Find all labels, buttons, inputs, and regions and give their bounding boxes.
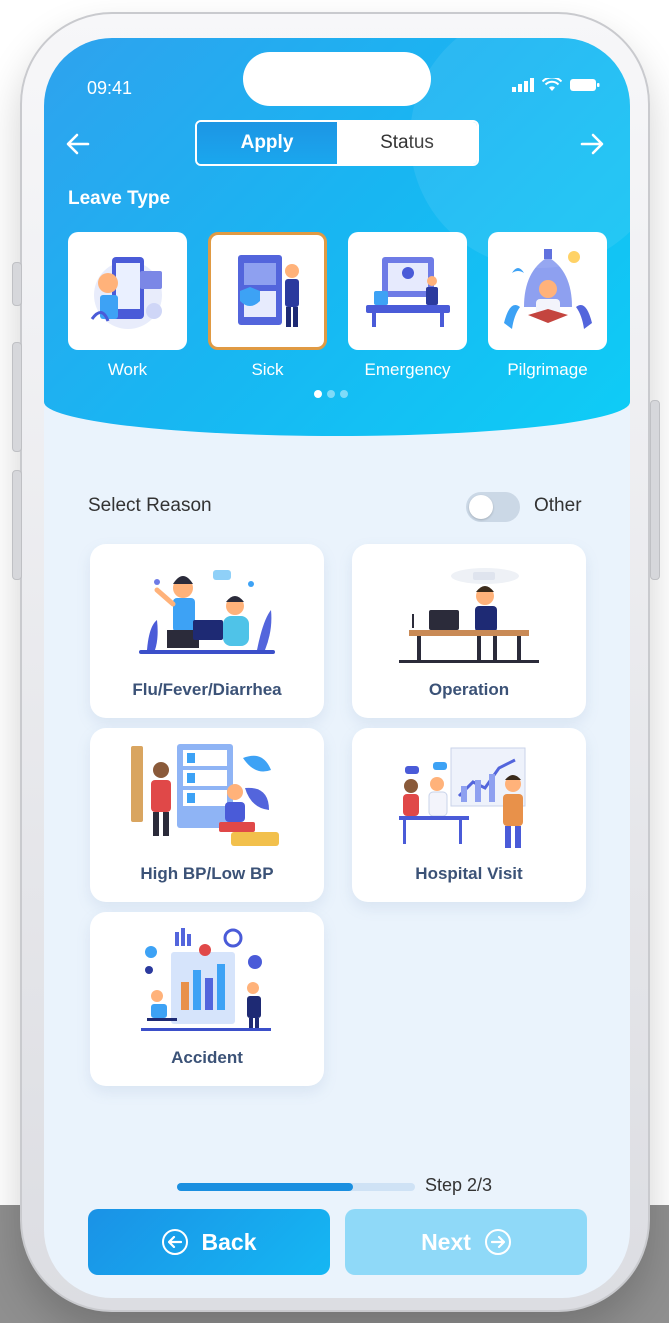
volume-down-button xyxy=(12,470,22,580)
back-button[interactable]: Back xyxy=(88,1209,330,1275)
accident-illustration-icon xyxy=(141,928,271,1031)
page-dot[interactable] xyxy=(327,390,335,398)
header-panel: 09:41 Apply Status Leave Type Work Sick … xyxy=(44,38,630,436)
carousel-page-dots xyxy=(314,390,348,398)
work-illustration-icon xyxy=(90,257,162,329)
back-arrow-icon[interactable] xyxy=(66,132,90,160)
select-reason-title: Select Reason xyxy=(88,495,212,516)
leave-type-card[interactable] xyxy=(488,232,607,350)
next-circle-arrow-icon xyxy=(484,1229,511,1255)
leave-type-card[interactable] xyxy=(208,232,327,350)
leave-type-label: Emergency xyxy=(364,360,451,379)
step-label: Step 2/3 xyxy=(425,1175,493,1195)
next-button-label: Next xyxy=(421,1228,471,1255)
reason-card-flu[interactable]: Flu/Fever/Diarrhea xyxy=(90,544,324,718)
reason-card-operation[interactable]: Operation xyxy=(352,544,586,718)
leave-type-pilgrimage[interactable]: Pilgrimage xyxy=(488,232,607,380)
step-progress-fill xyxy=(177,1183,354,1191)
tab-apply[interactable]: Apply xyxy=(197,122,337,164)
leave-type-work[interactable]: Work xyxy=(68,232,187,380)
page-dot[interactable] xyxy=(314,390,322,398)
leave-type-label: Work xyxy=(107,360,148,379)
reason-label: Flu/Fever/Diarrhea xyxy=(132,680,282,699)
reason-card-bp[interactable]: High BP/Low BP xyxy=(90,728,324,902)
dynamic-island xyxy=(243,52,431,106)
leave-type-list: Work Sick Emergency Pilgrimage xyxy=(68,232,607,380)
signal-icon xyxy=(512,78,534,92)
reason-card-accident[interactable]: Accident xyxy=(90,912,324,1086)
hospital-visit-illustration-icon xyxy=(399,747,526,848)
next-button[interactable]: Next xyxy=(345,1209,587,1275)
reason-label: Operation xyxy=(428,680,510,699)
reason-card-hospital-visit[interactable]: Hospital Visit xyxy=(352,728,586,902)
leave-type-title: Leave Type xyxy=(68,188,171,209)
step-progress-bar xyxy=(177,1183,415,1191)
tab-status[interactable]: Status xyxy=(337,122,477,164)
leave-type-label: Pilgrimage xyxy=(507,360,588,379)
mute-switch xyxy=(12,262,22,306)
emergency-illustration-icon xyxy=(365,257,450,327)
reason-label: High BP/Low BP xyxy=(140,864,274,883)
leave-type-label: Sick xyxy=(251,360,284,379)
reason-label: Hospital Visit xyxy=(415,864,523,883)
page-dot[interactable] xyxy=(340,390,348,398)
back-button-label: Back xyxy=(201,1228,257,1255)
toggle-knob xyxy=(469,495,493,519)
leave-type-card[interactable] xyxy=(68,232,187,350)
flu-fever-illustration-icon xyxy=(139,570,275,654)
leave-type-emergency[interactable]: Emergency xyxy=(348,232,467,380)
battery-icon xyxy=(570,79,600,91)
leave-type-card[interactable] xyxy=(348,232,467,350)
leave-type-sick[interactable]: Sick xyxy=(208,232,327,380)
status-icons xyxy=(512,78,600,92)
back-circle-arrow-icon xyxy=(161,1229,188,1255)
operation-illustration-icon xyxy=(399,568,539,663)
other-label: Other xyxy=(534,495,582,516)
apply-status-tabs: Apply Status xyxy=(195,120,479,166)
pilgrimage-illustration-icon xyxy=(503,249,592,329)
wifi-icon xyxy=(542,78,562,91)
reason-label: Accident xyxy=(171,1048,243,1067)
app-screen: 09:41 Apply Status Leave Type Work Sick … xyxy=(44,38,630,1298)
blood-pressure-illustration-icon xyxy=(131,744,279,846)
power-button xyxy=(650,400,660,580)
sick-illustration-icon xyxy=(237,255,299,327)
forward-arrow-icon[interactable] xyxy=(580,132,604,160)
volume-up-button xyxy=(12,342,22,452)
status-time: 09:41 xyxy=(87,78,133,98)
other-toggle[interactable] xyxy=(466,492,520,522)
